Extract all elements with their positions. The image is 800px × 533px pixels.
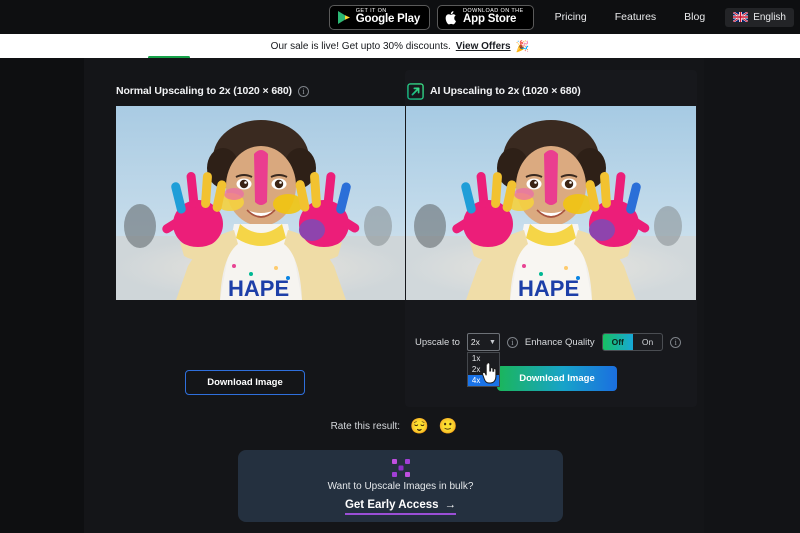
chevron-down-icon: ▼ [488, 338, 496, 346]
normal-upscaling-panel: Normal Upscaling to 2x (1020 × 680) i HA… [100, 70, 406, 407]
get-early-access-link[interactable]: Get Early Access → [344, 499, 457, 515]
nav-link-pricing[interactable]: Pricing [541, 11, 601, 23]
bulk-question-text: Want to Upscale Images in bulk? [327, 481, 474, 492]
upscale-to-label: Upscale to [415, 336, 460, 348]
holi-child-photo: HAPE [116, 106, 406, 300]
upscale-factor-value: 2x [470, 337, 480, 347]
enhance-info-icon[interactable]: i [670, 336, 682, 348]
rate-result-row: Rate this result: 😌 🙂 [84, 413, 704, 439]
rate-result-label: Rate this result: [330, 420, 401, 432]
apple-icon [445, 10, 457, 24]
language-label: English [753, 11, 786, 23]
normal-panel-header: Normal Upscaling to 2x (1020 × 680) i [100, 78, 392, 104]
normal-download-image-button[interactable]: Download Image [185, 370, 305, 395]
svg-text:HAPE: HAPE [228, 276, 289, 300]
ai-upscaling-panel: AI Upscaling to 2x (1020 × 680) HAPE Ups… [405, 70, 697, 407]
app-page: GET IT ON Google Play Download on the Ap… [0, 0, 800, 533]
promo-banner: Our sale is live! Get upto 30% discounts… [0, 34, 800, 58]
enhance-toggle-on-option[interactable]: On [633, 334, 662, 350]
normal-preview-image: HAPE [116, 106, 406, 300]
google-play-icon [337, 10, 350, 24]
rate-emoji-relieved[interactable]: 😌 [410, 419, 429, 434]
app-store-badge[interactable]: Download on the App Store [437, 4, 534, 30]
language-selector[interactable]: English [725, 7, 794, 27]
nav-link-features[interactable]: Features [601, 11, 670, 23]
rate-emoji-neutral[interactable]: 🙂 [439, 419, 458, 434]
uk-flag-icon [733, 12, 749, 22]
arrow-right-icon: → [444, 499, 457, 511]
nav-link-blog[interactable]: Blog [670, 11, 719, 23]
right-gutter [704, 58, 800, 533]
bulk-upscale-card: Want to Upscale Images in bulk? Get Earl… [238, 450, 563, 522]
party-popper-icon: 🎉 [515, 40, 530, 53]
comparison-panels: Normal Upscaling to 2x (1020 × 680) i HA… [100, 70, 697, 407]
main-content: Normal Upscaling to 2x (1020 × 680) i HA… [84, 58, 704, 533]
promo-text: Our sale is live! Get upto 30% discounts… [270, 40, 451, 52]
normal-panel-title: Normal Upscaling to 2x (1020 × 680) [116, 85, 292, 97]
upscale-factor-select[interactable]: 2x ▼ 1x 2x 4x [466, 333, 500, 387]
ai-upscale-arrow-icon [407, 82, 424, 100]
bulk-brand-logo-icon [391, 459, 410, 477]
upscale-option-2x[interactable]: 2x [468, 364, 499, 375]
get-early-access-label: Get Early Access [344, 499, 439, 511]
upscale-factor-dropdown: 1x 2x 4x [466, 352, 500, 387]
ai-download-holder: Download Image [497, 70, 617, 410]
view-offers-link[interactable]: View Offers [456, 41, 511, 52]
upscale-option-4x[interactable]: 4x [467, 375, 499, 386]
google-play-badge[interactable]: GET IT ON Google Play [328, 4, 431, 30]
info-icon[interactable]: i [297, 85, 309, 97]
left-gutter [0, 58, 84, 533]
top-navigation-bar: GET IT ON Google Play Download on the Ap… [0, 0, 800, 34]
ai-download-image-button[interactable]: Download Image [497, 366, 617, 391]
app-store-label: App Store [463, 13, 517, 25]
google-play-label: Google Play [355, 13, 421, 25]
upscale-option-1x[interactable]: 1x [468, 353, 499, 364]
